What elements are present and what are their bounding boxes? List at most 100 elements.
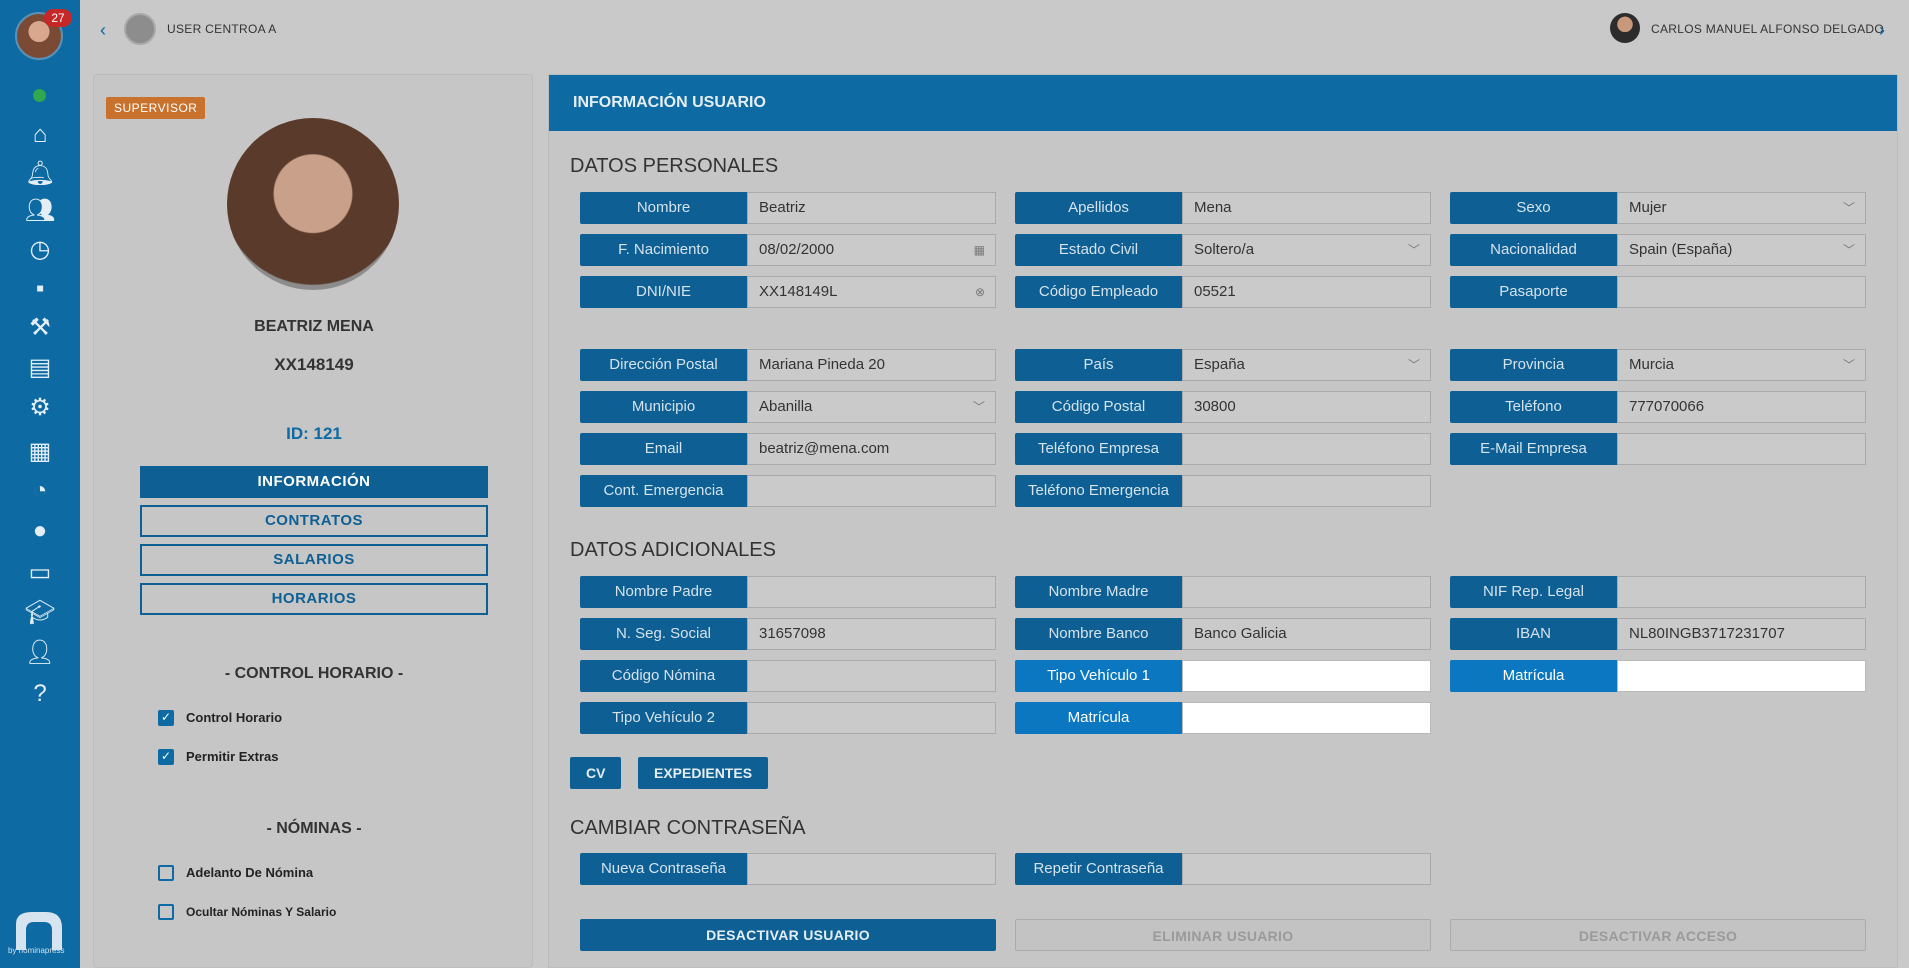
field-value[interactable]: Mariana Pineda 20 xyxy=(747,349,996,381)
codigo-nomina-field[interactable]: Código Nómina xyxy=(580,660,996,692)
center-name[interactable]: USER CENTROA A xyxy=(167,22,277,36)
dni-input[interactable]: XX148149L ⊗ xyxy=(747,276,996,308)
calendar-icon[interactable]: ▦ xyxy=(974,235,985,265)
cont-emergencia-field[interactable]: Cont. Emergencia xyxy=(580,475,996,507)
pais-field[interactable]: País España ﹀ xyxy=(1015,349,1431,381)
clipboard-icon[interactable]: ▦ xyxy=(24,437,56,467)
field-value[interactable]: 777070066 xyxy=(1617,391,1866,423)
estado-civil-select[interactable]: Soltero/a ﹀ xyxy=(1182,234,1431,266)
nombre-banco-field[interactable]: Nombre Banco Banco Galicia xyxy=(1015,618,1431,650)
matricula-1-field[interactable]: Matrícula xyxy=(1450,660,1866,692)
field-value[interactable]: beatriz@mena.com xyxy=(747,433,996,465)
repetir-contrasena-field[interactable]: Repetir Contraseña xyxy=(1015,853,1431,885)
telefono-field[interactable]: Teléfono 777070066 xyxy=(1450,391,1866,423)
pie-chart-icon[interactable]: ◔ xyxy=(24,476,56,506)
dni-field[interactable]: DNI/NIE XX148149L ⊗ xyxy=(580,276,996,308)
field-value[interactable] xyxy=(747,475,996,507)
user-name[interactable]: CARLOS MANUEL ALFONSO DELGADO xyxy=(1651,22,1884,36)
chevron-left-icon[interactable]: ‹ xyxy=(100,20,106,41)
tools-icon[interactable]: ⚒ xyxy=(24,313,56,343)
nif-rep-field[interactable]: NIF Rep. Legal xyxy=(1450,576,1866,608)
expedientes-button[interactable]: EXPEDIENTES xyxy=(638,757,769,789)
field-value[interactable]: NL80INGB3717231707 xyxy=(1617,618,1866,650)
seg-social-field[interactable]: N. Seg. Social 31657098 xyxy=(580,618,996,650)
adelanto-nomina-checkbox[interactable] xyxy=(158,865,174,881)
email-field[interactable]: Email beatriz@mena.com xyxy=(580,433,996,465)
field-value[interactable] xyxy=(1182,576,1431,608)
field-value[interactable] xyxy=(1617,660,1866,692)
estado-civil-field[interactable]: Estado Civil Soltero/a ﹀ xyxy=(1015,234,1431,266)
field-value[interactable] xyxy=(1182,433,1431,465)
nueva-contrasena-field[interactable]: Nueva Contraseña xyxy=(580,853,996,885)
nacionalidad-select[interactable]: Spain (España) ﹀ xyxy=(1617,234,1866,266)
user-salary-icon[interactable]: 👤︎ xyxy=(24,638,56,668)
nav-salarios-button[interactable]: SALARIOS xyxy=(140,544,488,576)
chat-icon[interactable]: ● xyxy=(24,516,56,546)
desactivar-acceso-button[interactable]: DESACTIVAR ACCESO xyxy=(1450,919,1866,951)
iban-field[interactable]: IBAN NL80INGB3717231707 xyxy=(1450,618,1866,650)
nombre-field[interactable]: Nombre Beatriz xyxy=(580,192,996,224)
id-card-icon[interactable]: ▤ xyxy=(24,353,56,383)
date-input[interactable]: 08/02/2000 ▦ xyxy=(747,234,996,266)
matricula-2-field[interactable]: Matrícula xyxy=(1015,702,1431,734)
field-value[interactable]: Mena xyxy=(1182,192,1431,224)
gear-icon[interactable]: ⚙ xyxy=(24,393,56,423)
field-value[interactable]: Beatriz xyxy=(747,192,996,224)
permitir-extras-checkbox[interactable] xyxy=(158,749,174,765)
apellidos-field[interactable]: Apellidos Mena xyxy=(1015,192,1431,224)
email-empresa-field[interactable]: E-Mail Empresa xyxy=(1450,433,1866,465)
graduation-icon[interactable]: 🎓︎ xyxy=(24,598,56,628)
field-value[interactable]: 31657098 xyxy=(747,618,996,650)
nav-horarios-button[interactable]: HORARIOS xyxy=(140,583,488,615)
field-value[interactable] xyxy=(1182,853,1431,885)
nav-contratos-button[interactable]: CONTRATOS xyxy=(140,505,488,537)
pasaporte-field[interactable]: Pasaporte xyxy=(1450,276,1866,308)
telefono-emergencia-field[interactable]: Teléfono Emergencia xyxy=(1015,475,1431,507)
nombre-madre-field[interactable]: Nombre Madre xyxy=(1015,576,1431,608)
telefono-empresa-field[interactable]: Teléfono Empresa xyxy=(1015,433,1431,465)
field-value[interactable] xyxy=(1182,702,1431,734)
briefcase-icon[interactable]: ▪ xyxy=(24,274,56,304)
provincia-field[interactable]: Provincia Murcia ﹀ xyxy=(1450,349,1866,381)
municipio-select[interactable]: Abanilla ﹀ xyxy=(747,391,996,423)
pais-select[interactable]: España ﹀ xyxy=(1182,349,1431,381)
control-horario-checkbox[interactable] xyxy=(158,710,174,726)
field-value[interactable] xyxy=(1617,433,1866,465)
clock-icon[interactable]: ◷ xyxy=(24,235,56,265)
field-value[interactable] xyxy=(1182,475,1431,507)
sexo-select[interactable]: Mujer ﹀ xyxy=(1617,192,1866,224)
desactivar-usuario-button[interactable]: DESACTIVAR USUARIO xyxy=(580,919,996,951)
cv-button[interactable]: CV xyxy=(570,757,622,789)
field-value[interactable] xyxy=(1617,576,1866,608)
municipio-field[interactable]: Municipio Abanilla ﹀ xyxy=(580,391,996,423)
direccion-field[interactable]: Dirección Postal Mariana Pineda 20 xyxy=(580,349,996,381)
field-value[interactable] xyxy=(1617,276,1866,308)
field-value[interactable]: Banco Galicia xyxy=(1182,618,1431,650)
sexo-field[interactable]: Sexo Mujer ﹀ xyxy=(1450,192,1866,224)
help-icon[interactable]: ? xyxy=(24,679,56,709)
nombre-padre-field[interactable]: Nombre Padre xyxy=(580,576,996,608)
field-value[interactable] xyxy=(747,660,996,692)
field-value[interactable] xyxy=(747,702,996,734)
nav-informacion-button[interactable]: INFORMACIÓN xyxy=(140,466,488,498)
field-value[interactable]: 05521 xyxy=(1182,276,1431,308)
folder-icon[interactable]: ▭ xyxy=(24,558,56,588)
field-value[interactable] xyxy=(747,576,996,608)
codigo-empleado-field[interactable]: Código Empleado 05521 xyxy=(1015,276,1431,308)
home-icon[interactable]: ⌂ xyxy=(24,120,56,150)
tipo-vehiculo-2-field[interactable]: Tipo Vehículo 2 xyxy=(580,702,996,734)
field-value[interactable] xyxy=(747,853,996,885)
tipo-vehiculo-1-field[interactable]: Tipo Vehículo 1 xyxy=(1015,660,1431,692)
codigo-postal-field[interactable]: Código Postal 30800 xyxy=(1015,391,1431,423)
chevron-right-icon[interactable]: › xyxy=(1879,20,1885,41)
clear-icon[interactable]: ⊗ xyxy=(975,277,985,307)
bell-icon[interactable]: 🔔︎ xyxy=(24,159,56,189)
user-avatar[interactable] xyxy=(1610,13,1640,43)
nacimiento-field[interactable]: F. Nacimiento 08/02/2000 ▦ xyxy=(580,234,996,266)
users-icon[interactable]: 👥︎ xyxy=(24,196,56,226)
provincia-select[interactable]: Murcia ﹀ xyxy=(1617,349,1866,381)
ocultar-nominas-checkbox[interactable] xyxy=(158,904,174,920)
nacionalidad-field[interactable]: Nacionalidad Spain (España) ﹀ xyxy=(1450,234,1866,266)
eliminar-usuario-button[interactable]: ELIMINAR USUARIO xyxy=(1015,919,1431,951)
field-value[interactable] xyxy=(1182,660,1431,692)
